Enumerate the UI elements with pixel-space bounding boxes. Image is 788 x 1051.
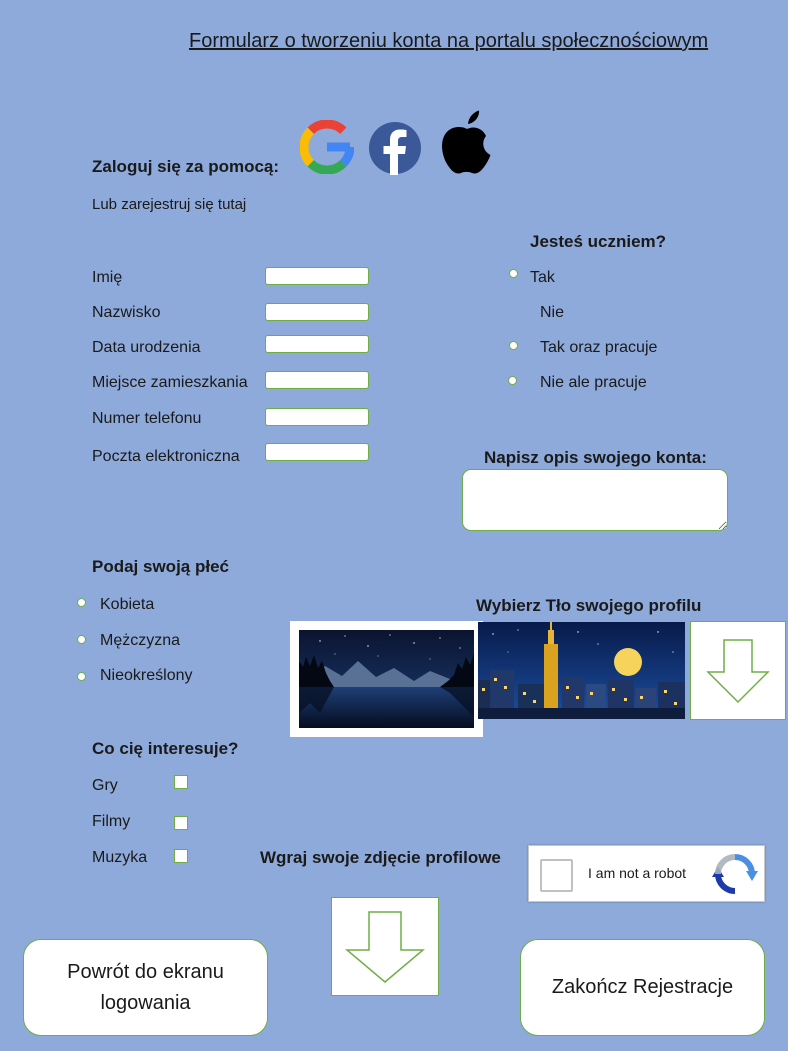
birth-date-label: Data urodzenia bbox=[92, 339, 201, 356]
recaptcha-icon bbox=[710, 851, 760, 897]
facebook-icon[interactable] bbox=[368, 121, 422, 175]
student-option-yes-working: Tak oraz pracuje bbox=[540, 339, 658, 356]
residence-label: Miejsce zamieszkania bbox=[92, 374, 248, 391]
birth-date-input[interactable] bbox=[265, 335, 369, 353]
last-name-input[interactable] bbox=[265, 303, 369, 321]
student-radio-no-working[interactable] bbox=[508, 376, 517, 385]
interest-checkbox-games[interactable] bbox=[174, 775, 188, 789]
description-label: Napisz opis swojego konta: bbox=[484, 448, 707, 467]
interest-label-games: Gry bbox=[92, 777, 118, 794]
background-label: Wybierz Tło swojego profilu bbox=[476, 596, 702, 615]
upload-photo-button[interactable] bbox=[331, 897, 439, 996]
captcha-checkbox[interactable] bbox=[540, 859, 573, 892]
captcha-text: I am not a robot bbox=[588, 865, 687, 881]
phone-input[interactable] bbox=[265, 408, 369, 426]
student-option-no-working: Nie ale pracuje bbox=[540, 374, 647, 391]
gender-option-female: Kobieta bbox=[100, 596, 155, 613]
arrow-down-icon bbox=[345, 910, 425, 983]
interest-checkbox-movies[interactable] bbox=[174, 816, 188, 830]
arrow-down-icon bbox=[706, 638, 770, 703]
student-option-yes: Tak bbox=[530, 269, 555, 286]
apple-icon[interactable] bbox=[439, 109, 495, 175]
register-text: Lub zarejestruj się tutaj bbox=[92, 196, 247, 213]
interests-question: Co cię interesuje? bbox=[92, 739, 239, 758]
residence-input[interactable] bbox=[265, 371, 369, 389]
student-radio-yes[interactable] bbox=[509, 269, 518, 278]
captcha-widget: I am not a robot bbox=[528, 845, 765, 902]
social-login-label: Zaloguj się za pomocą: bbox=[92, 157, 280, 176]
student-question: Jesteś uczniem? bbox=[530, 232, 667, 251]
first-name-input[interactable] bbox=[265, 267, 369, 285]
phone-label: Numer telefonu bbox=[92, 410, 202, 427]
gender-radio-unspecified[interactable] bbox=[77, 672, 86, 681]
registration-form: Formularz o tworzeniu konta na portalu s… bbox=[0, 0, 788, 1051]
email-label: Poczta elektroniczna bbox=[92, 448, 240, 465]
gender-radio-male[interactable] bbox=[77, 635, 86, 644]
background-option-lake[interactable] bbox=[290, 621, 483, 737]
upload-label: Wgraj swoje zdjęcie profilowe bbox=[260, 848, 501, 867]
student-radio-yes-working[interactable] bbox=[509, 341, 518, 350]
gender-option-male: Mężczyzna bbox=[100, 632, 181, 649]
email-input[interactable] bbox=[265, 443, 369, 461]
finish-registration-button[interactable]: Zakończ Rejestracje bbox=[520, 939, 765, 1036]
interest-label-music: Muzyka bbox=[92, 849, 148, 866]
google-icon[interactable] bbox=[299, 119, 355, 175]
gender-radio-female[interactable] bbox=[77, 598, 86, 607]
page-title: Formularz o tworzeniu konta na portalu s… bbox=[189, 30, 709, 52]
gender-option-unspecified: Nieokreślony bbox=[100, 667, 193, 684]
description-textarea[interactable] bbox=[462, 469, 728, 531]
interest-checkbox-music[interactable] bbox=[174, 849, 188, 863]
background-option-city[interactable] bbox=[478, 622, 685, 719]
background-more-button[interactable] bbox=[690, 621, 786, 720]
student-option-no[interactable]: Nie bbox=[540, 304, 564, 322]
interest-label-movies: Filmy bbox=[92, 813, 131, 830]
first-name-label: Imię bbox=[92, 269, 123, 286]
last-name-label: Nazwisko bbox=[92, 304, 161, 321]
back-to-login-button[interactable]: Powrót do ekranu logowania bbox=[23, 939, 268, 1036]
gender-question: Podaj swoją płeć bbox=[92, 557, 229, 576]
